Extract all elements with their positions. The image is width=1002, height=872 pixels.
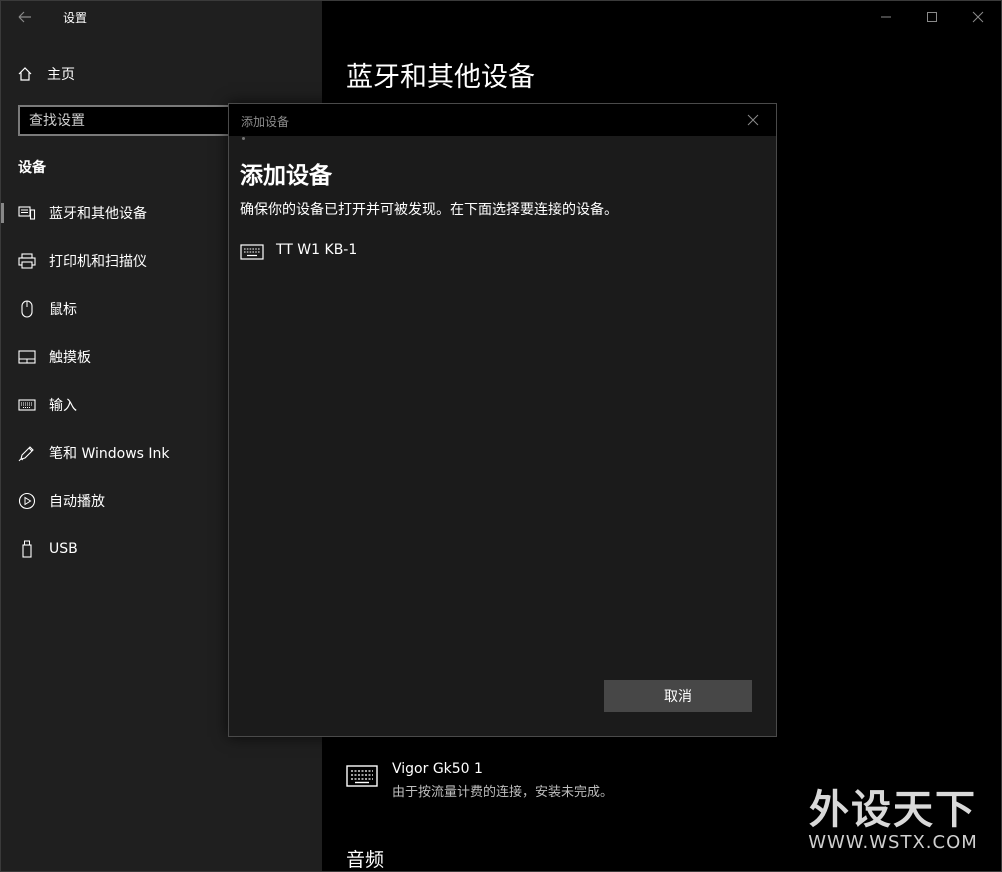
sidebar-item-label: 笔和 Windows Ink <box>49 446 170 462</box>
keyboard-icon <box>240 244 264 260</box>
progress-indicator <box>242 137 245 140</box>
discovered-device-item[interactable]: TT W1 KB-1 <box>240 238 760 268</box>
sidebar-item-label: 打印机和扫描仪 <box>49 254 147 270</box>
audio-section-title: 音频 <box>346 849 385 871</box>
device-list-item[interactable]: Vigor Gk50 1 由于按流量计费的连接，安装未完成。 <box>346 761 746 805</box>
pen-icon <box>18 444 36 462</box>
bluetooth-devices-icon <box>18 204 36 222</box>
back-arrow-icon <box>18 11 31 23</box>
sidebar-item-label: 输入 <box>49 398 77 414</box>
dialog-description: 确保你的设备已打开并可被发现。在下面选择要连接的设备。 <box>240 202 618 218</box>
autoplay-icon <box>18 492 36 510</box>
nav-home-label: 主页 <box>47 67 75 83</box>
close-window-button[interactable] <box>955 1 1001 33</box>
close-icon <box>972 11 984 23</box>
app-title: 设置 <box>63 11 88 25</box>
watermark-en: WWW.WSTX.COM <box>808 832 978 853</box>
printer-icon <box>18 252 36 270</box>
search-box[interactable] <box>18 105 238 136</box>
keyboard-icon <box>346 765 378 787</box>
search-input[interactable] <box>20 107 236 134</box>
settings-window: 设置 主页 设备 蓝牙和其他设备 打印机和扫描仪 鼠 <box>0 0 1002 872</box>
usb-icon <box>18 540 36 558</box>
selection-indicator <box>1 203 4 223</box>
add-device-dialog: 添加设备 添加设备 确保你的设备已打开并可被发现。在下面选择要连接的设备。 TT… <box>228 103 777 737</box>
sidebar-item-label: USB <box>49 541 78 557</box>
nav-section-title: 设备 <box>18 160 46 176</box>
minimize-icon <box>881 16 891 18</box>
close-icon <box>747 114 759 126</box>
back-button[interactable] <box>13 7 37 27</box>
maximize-button[interactable] <box>909 1 955 33</box>
nav-home[interactable]: 主页 <box>17 63 75 85</box>
watermark-logo: 外设天下 WWW.WSTX.COM <box>803 788 983 853</box>
sidebar-item-label: 鼠标 <box>49 302 77 318</box>
device-status: 由于按流量计费的连接，安装未完成。 <box>392 785 614 800</box>
sidebar-item-label: 蓝牙和其他设备 <box>49 206 147 222</box>
sidebar-item-label: 自动播放 <box>49 494 105 510</box>
device-name: Vigor Gk50 1 <box>392 761 483 777</box>
page-title: 蓝牙和其他设备 <box>346 62 535 93</box>
watermark-cn: 外设天下 <box>809 787 977 833</box>
sidebar-item-label: 触摸板 <box>49 350 91 366</box>
touchpad-icon <box>18 348 36 366</box>
maximize-icon <box>927 12 937 22</box>
window-caption-buttons <box>863 1 1001 33</box>
dialog-close-button[interactable] <box>730 104 776 136</box>
dialog-heading: 添加设备 <box>240 163 332 189</box>
minimize-button[interactable] <box>863 1 909 33</box>
dialog-title-bar: 添加设备 <box>229 104 776 136</box>
cancel-button[interactable]: 取消 <box>604 680 752 712</box>
home-icon <box>18 67 32 81</box>
title-bar: 设置 <box>1 1 322 33</box>
discovered-device-name: TT W1 KB-1 <box>276 242 358 258</box>
mouse-icon <box>18 300 36 318</box>
keyboard-icon <box>18 396 36 414</box>
dialog-bar-title: 添加设备 <box>241 115 290 129</box>
